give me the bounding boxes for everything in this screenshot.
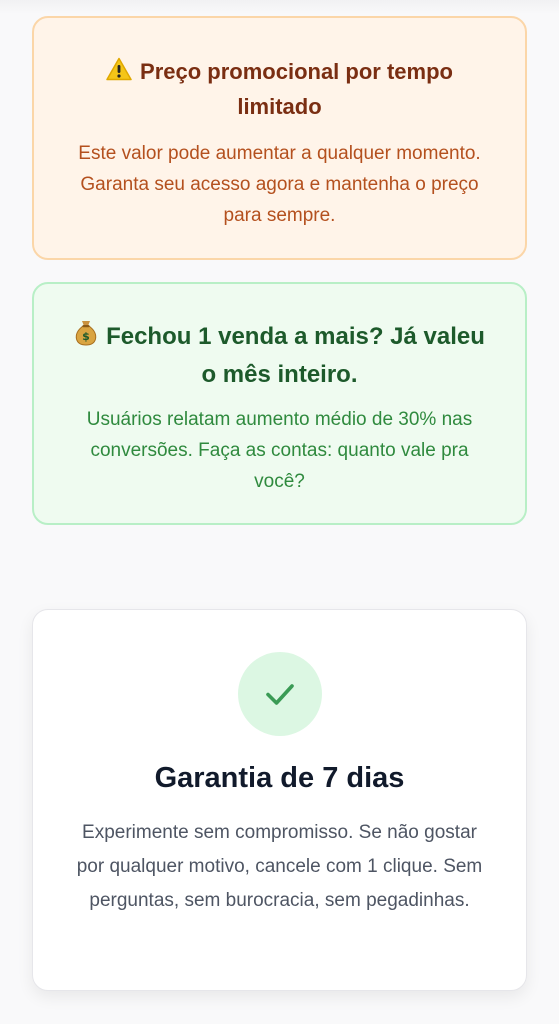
warning-title-text: Preço promocional por tempo limitado [140,59,453,119]
page: Preço promocional por tempo limitado Est… [0,0,559,1024]
guarantee-text: Experimente sem compromisso. Se não gost… [76,822,483,911]
sales-value-card: $ Fechou 1 venda a mais? Já valeu o mês i… [32,282,527,525]
money-text: Usuários relatam aumento médio de 30% na… [86,409,473,492]
svg-text:$: $ [82,330,90,343]
money-bag-icon: $ [74,318,98,346]
warning-title: Preço promocional por tempo limitado [78,54,481,124]
top-shadow [0,0,559,14]
warning-text: Este valor pode aumentar a qualquer mome… [78,143,481,226]
guarantee-title: Garantia de 7 dias [154,762,405,794]
limited-price-warning-card: Preço promocional por tempo limitado Est… [32,16,527,260]
warning-icon [106,57,132,81]
check-icon [265,684,294,705]
money-title-text: Fechou 1 venda a mais? Já valeu o mês in… [106,323,485,388]
money-title: $ Fechou 1 venda a mais? Já valeu o mês i… [74,318,485,394]
guarantee-card: Garantia de 7 dias Experimente sem compr… [32,609,527,991]
check-badge [237,652,322,736]
